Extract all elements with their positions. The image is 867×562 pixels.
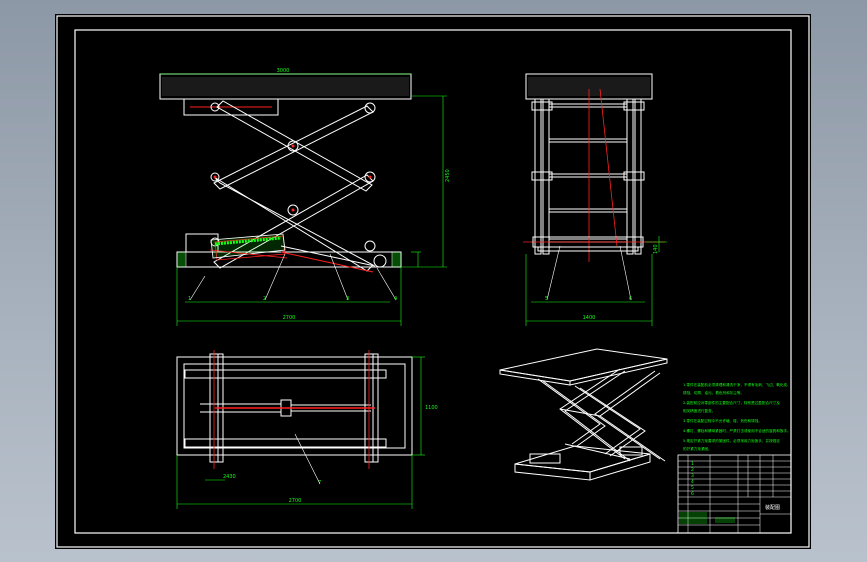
drawing-title: 装配图 bbox=[765, 504, 780, 511]
isometric-view bbox=[499, 348, 668, 481]
svg-text:2700: 2700 bbox=[289, 498, 302, 504]
balloon: 7 bbox=[318, 480, 321, 486]
front-view: 3000 2450 2700 1 2 3 4 bbox=[159, 68, 451, 326]
svg-text:2430: 2430 bbox=[223, 474, 236, 480]
svg-text:4.螺钉、螺栓和螺母紧固时，严禁打击或使用不合适的旋具和扳手: 4.螺钉、螺栓和螺母紧固时，严禁打击或使用不合适的旋具和扳手。 bbox=[683, 428, 791, 433]
svg-text:1400: 1400 bbox=[583, 315, 596, 321]
svg-text:1: 1 bbox=[691, 461, 694, 467]
balloon: 2 bbox=[263, 296, 266, 302]
balloon: 4 bbox=[394, 296, 397, 302]
cad-drawing: 3000 2450 2700 1 2 3 4 140 1400 5 6 1100… bbox=[56, 15, 810, 548]
drawing-canvas: 3000 2450 2700 1 2 3 4 140 1400 5 6 1100… bbox=[55, 14, 811, 549]
svg-text:1100: 1100 bbox=[425, 405, 438, 411]
svg-text:1.零件在装配前必须清理和清洗干净，不得有毛刺、飞边、氧化皮: 1.零件在装配前必须清理和清洗干净，不得有毛刺、飞边、氧化皮、 bbox=[683, 382, 791, 387]
svg-text:2: 2 bbox=[691, 467, 694, 473]
scissor-arm bbox=[213, 176, 374, 272]
svg-text:4: 4 bbox=[691, 479, 694, 485]
side-view: 140 1400 5 6 bbox=[523, 73, 667, 326]
svg-text:2.装配前应对零部件的主要配合尺寸，特别是过盈配合尺寸及: 2.装配前应对零部件的主要配合尺寸，特别是过盈配合尺寸及 bbox=[683, 400, 780, 405]
balloon: 6 bbox=[629, 296, 632, 302]
technical-notes: 1.零件在装配前必须清理和清洗干净，不得有毛刺、飞边、氧化皮、 锈蚀、切屑、油污… bbox=[683, 382, 791, 451]
svg-text:2700: 2700 bbox=[283, 315, 296, 321]
svg-text:相关精度进行复查。: 相关精度进行复查。 bbox=[683, 408, 715, 413]
balloon: 3 bbox=[346, 296, 349, 302]
svg-text:锈蚀、切屑、油污、着色剂和灰尘等。: 锈蚀、切屑、油污、着色剂和灰尘等。 bbox=[683, 390, 744, 395]
svg-text:140: 140 bbox=[653, 244, 659, 254]
top-view: 1100 2700 2430 7 bbox=[176, 350, 438, 509]
balloon: 1 bbox=[188, 296, 191, 302]
svg-text:的拧紧力矩紧固。: 的拧紧力矩紧固。 bbox=[683, 446, 712, 451]
svg-text:5: 5 bbox=[691, 485, 694, 491]
balloon: 5 bbox=[545, 296, 548, 302]
svg-text:3.零件在装配过程中不允许磕、碰、划伤和锈蚀。: 3.零件在装配过程中不允许磕、碰、划伤和锈蚀。 bbox=[683, 418, 762, 423]
svg-text:2450: 2450 bbox=[445, 169, 451, 182]
svg-text:6: 6 bbox=[691, 491, 694, 497]
title-block: 1 2 3 4 5 6 装配图 bbox=[677, 454, 792, 534]
svg-text:3: 3 bbox=[691, 473, 694, 479]
inner-border bbox=[74, 29, 792, 534]
svg-text:3000: 3000 bbox=[277, 68, 290, 74]
svg-text:5.规定拧紧力矩要求的紧固件，必须采用力矩扳手，并按规定: 5.规定拧紧力矩要求的紧固件，必须采用力矩扳手，并按规定 bbox=[683, 438, 780, 443]
